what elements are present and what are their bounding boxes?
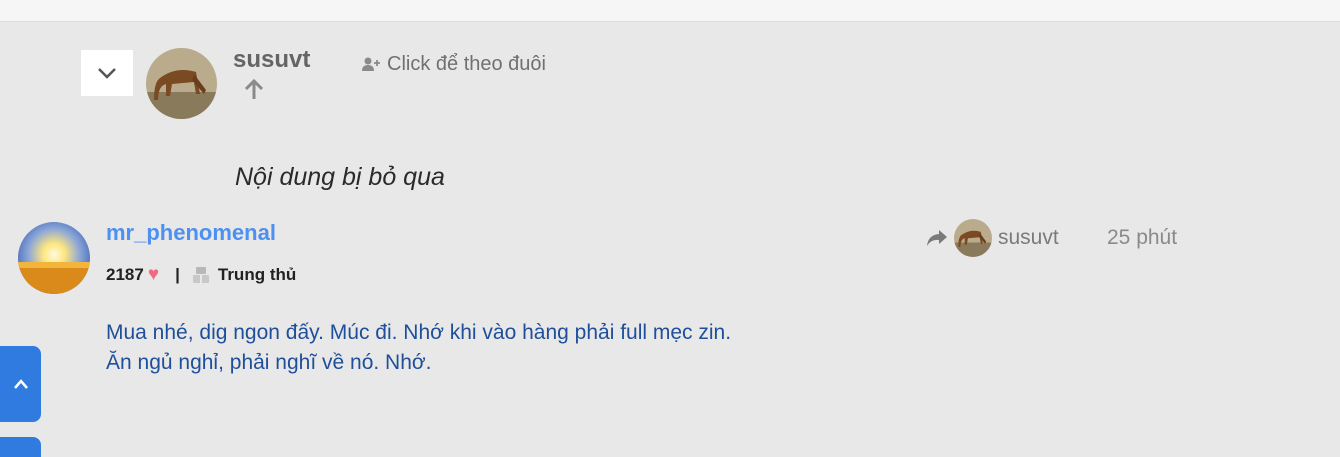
post-time[interactable]: 25 phút <box>1107 226 1177 250</box>
reply-icon <box>927 230 947 246</box>
collapse-button[interactable] <box>81 50 133 96</box>
user-plus-icon <box>362 57 380 71</box>
reply-to-avatar <box>954 219 992 257</box>
likes-count: 2187 <box>106 265 144 284</box>
chevron-up-icon <box>13 379 28 389</box>
user-rank: Trung thủ <box>217 265 297 284</box>
user-stats: 2187 ♥ | Trung thủ <box>106 263 296 287</box>
parent-avatar[interactable] <box>146 48 217 119</box>
rank-icon <box>192 267 209 283</box>
scroll-to-top-button[interactable] <box>0 346 41 422</box>
post-body-line: Ăn ngủ nghỉ, phải nghĩ về nó. Nhớ. <box>106 351 432 374</box>
parent-username[interactable]: susuvt <box>233 46 310 74</box>
chevron-down-icon <box>98 68 116 79</box>
arrow-up-icon[interactable] <box>243 79 265 101</box>
post-username[interactable]: mr_phenomenal <box>106 220 276 246</box>
follow-button[interactable]: Click để theo đuôi <box>361 52 546 76</box>
reply-to-link[interactable]: susuvt <box>926 218 1059 258</box>
post-body: Mua nhé, dig ngon đấy. Múc đi. Nhớ khi v… <box>106 318 731 378</box>
skipped-content-notice: Nội dung bị bỏ qua <box>235 163 445 191</box>
reply-to-username: susuvt <box>998 226 1059 249</box>
top-bar <box>0 0 1340 22</box>
heart-icon: ♥ <box>147 264 160 285</box>
stats-separator: | <box>175 265 180 284</box>
post-body-line: Mua nhé, dig ngon đấy. Múc đi. Nhớ khi v… <box>106 321 732 344</box>
post-avatar[interactable] <box>18 222 90 294</box>
follow-label: Click để theo đuôi <box>387 52 546 75</box>
scroll-to-bottom-button[interactable] <box>0 437 41 457</box>
